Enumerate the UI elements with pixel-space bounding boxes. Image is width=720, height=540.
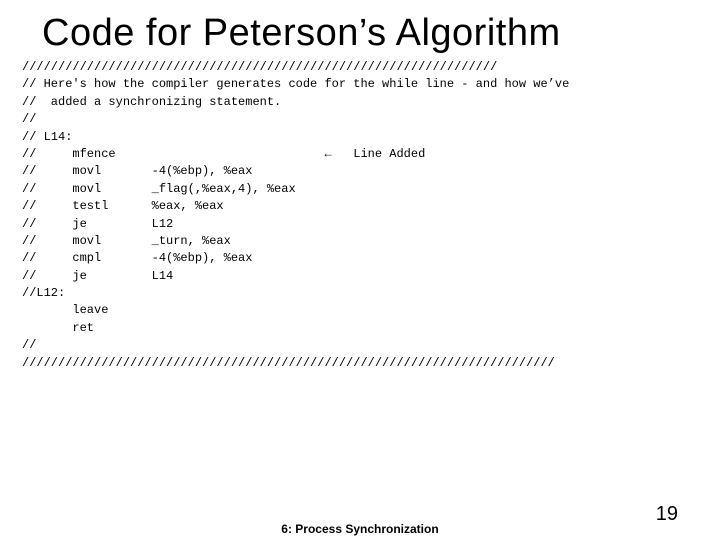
slide-title: Code for Peterson’s Algorithm <box>0 0 720 59</box>
footer-label: 6: Process Synchronization <box>0 522 720 536</box>
page-number: 19 <box>656 503 678 526</box>
code-block: ////////////////////////////////////////… <box>0 59 720 372</box>
slide: Code for Peterson’s Algorithm //////////… <box>0 0 720 540</box>
